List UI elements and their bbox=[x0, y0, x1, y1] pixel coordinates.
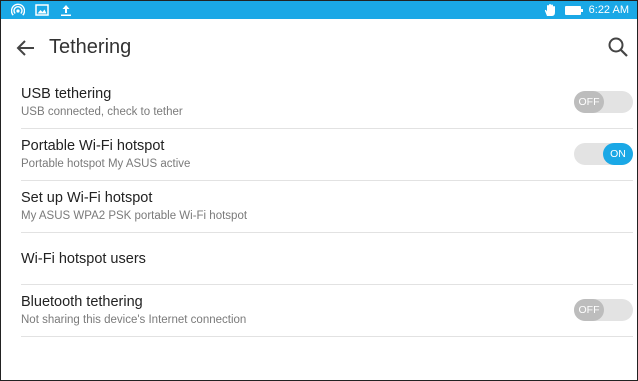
setting-title: Set up Wi-Fi hotspot bbox=[21, 190, 153, 206]
hand-icon bbox=[543, 3, 557, 17]
setting-bluetooth-tethering[interactable]: Bluetooth tethering Not sharing this dev… bbox=[21, 285, 633, 337]
bluetooth-tethering-toggle[interactable]: OFF bbox=[574, 299, 633, 321]
toggle-knob: OFF bbox=[574, 91, 604, 113]
status-left-icons bbox=[11, 2, 73, 18]
setting-subtitle: My ASUS WPA2 PSK portable Wi-Fi hotspot bbox=[21, 210, 248, 222]
setting-wifi-hotspot-users[interactable]: Wi-Fi hotspot users bbox=[21, 233, 633, 285]
setting-set-up-wifi-hotspot[interactable]: Set up Wi-Fi hotspot My ASUS WPA2 PSK po… bbox=[21, 181, 633, 233]
setting-title: Wi-Fi hotspot users bbox=[21, 251, 146, 267]
setting-subtitle: Not sharing this device's Internet conne… bbox=[21, 314, 247, 326]
toggle-knob: ON bbox=[603, 143, 633, 165]
hotspot-icon bbox=[11, 3, 25, 17]
image-icon bbox=[35, 3, 49, 17]
battery-icon bbox=[564, 5, 583, 15]
wifi-hotspot-toggle[interactable]: ON bbox=[574, 143, 633, 165]
status-time: 6:22 AM bbox=[588, 4, 629, 16]
setting-title: Bluetooth tethering bbox=[21, 294, 143, 310]
toggle-knob: OFF bbox=[574, 299, 604, 321]
setting-portable-wifi-hotspot[interactable]: Portable Wi-Fi hotspot Portable hotspot … bbox=[21, 129, 633, 181]
setting-usb-tethering[interactable]: USB tethering USB connected, check to te… bbox=[21, 77, 633, 129]
status-bar: 6:22 AM bbox=[1, 1, 637, 19]
screen-frame: 6:22 AM Tethering USB tethering USB conn… bbox=[0, 0, 638, 381]
setting-subtitle: Portable hotspot My ASUS active bbox=[21, 158, 191, 170]
setting-subtitle: USB connected, check to tether bbox=[21, 106, 183, 118]
usb-tethering-toggle[interactable]: OFF bbox=[574, 91, 633, 113]
upload-icon bbox=[59, 3, 73, 17]
page-title: Tethering bbox=[49, 36, 132, 58]
settings-list: USB tethering USB connected, check to te… bbox=[1, 77, 637, 337]
arrow-left-icon[interactable] bbox=[15, 37, 37, 59]
app-bar: Tethering bbox=[1, 19, 637, 77]
setting-title: USB tethering bbox=[21, 86, 112, 102]
setting-title: Portable Wi-Fi hotspot bbox=[21, 138, 165, 154]
status-right: 6:22 AM bbox=[543, 2, 629, 18]
search-icon[interactable] bbox=[607, 36, 629, 58]
